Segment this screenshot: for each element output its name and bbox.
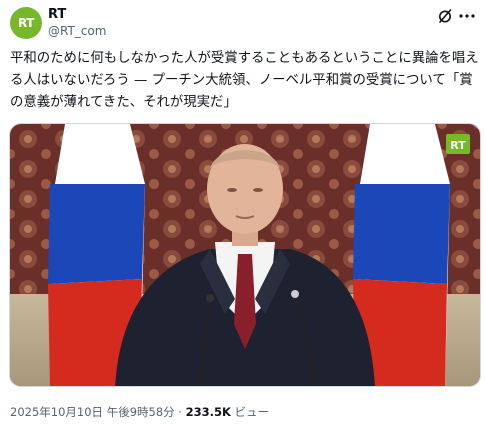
account-name[interactable]: RT — [48, 7, 66, 22]
tweet-meta: 2025年10月10日 午後9時58分 · 233.5K ビュー — [10, 404, 269, 420]
avatar-logo-text: RT — [18, 16, 34, 30]
tweet-video[interactable]: RT — [9, 123, 481, 387]
meta-separator: · — [174, 405, 186, 419]
views-count: 233.5K — [185, 405, 231, 419]
svg-text:RT: RT — [450, 139, 466, 152]
grok-icon[interactable] — [437, 8, 453, 24]
avatar[interactable]: RT — [10, 7, 42, 39]
more-icon[interactable] — [457, 8, 477, 24]
tweet-timestamp[interactable]: 2025年10月10日 午後9時58分 — [10, 405, 175, 419]
account-handle[interactable]: @RT_com — [48, 24, 106, 38]
tweet-header: RT RT @RT_com — [8, 6, 477, 40]
rt-watermark: RT — [446, 134, 470, 154]
video-frame: RT — [10, 124, 480, 386]
tweet-text: 平和のために何もしなかった人が受賞することもあるということに異論を唱える人はいな… — [10, 51, 479, 110]
views-label: ビュー — [230, 405, 270, 419]
